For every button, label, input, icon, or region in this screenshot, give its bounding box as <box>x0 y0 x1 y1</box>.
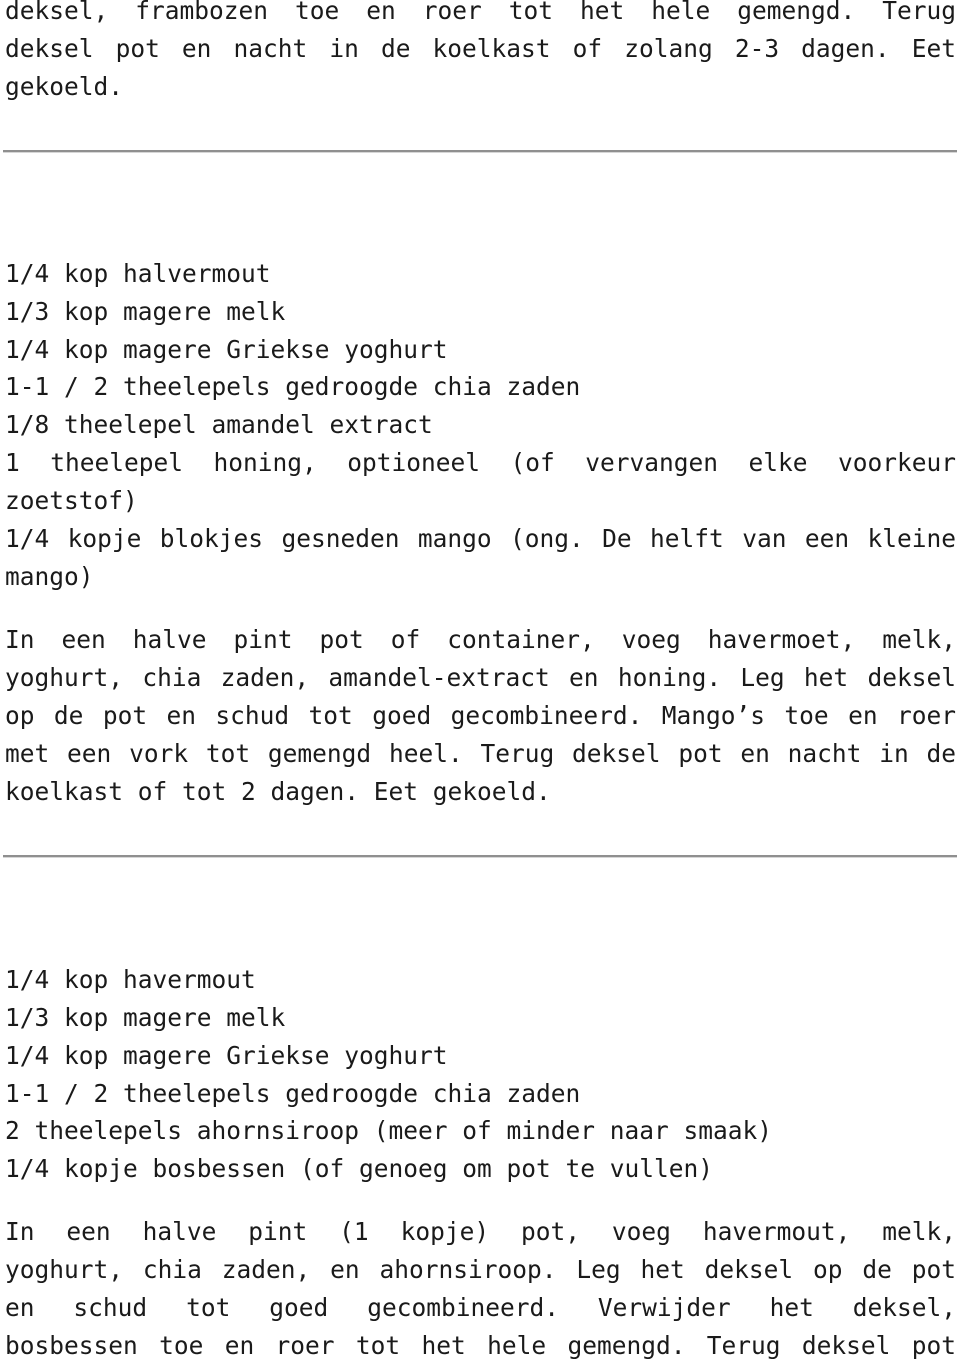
ingredient-item: 1/3 kop magere melk <box>5 1003 286 1032</box>
ingredient-item: 1/3 kop magere melk <box>5 297 286 326</box>
blueberry-instructions: In een halve pint (1 kopje) pot, voeg ha… <box>5 1213 956 1365</box>
ingredient-item: 1-1 / 2 theelepels gedroogde chia zaden <box>5 372 581 401</box>
ingredient-item: 1-1 / 2 theelepels gedroogde chia zaden <box>5 1079 581 1108</box>
ingredient-item: 1/8 theelepel amandel extract <box>5 410 433 439</box>
text-line: In een halve pint (1 kopje) pot, voeg ha… <box>5 1217 956 1246</box>
text-line: mango) <box>5 562 94 591</box>
ingredient-item: 1/4 kopje blokjes gesneden mango (ong. D… <box>5 520 956 596</box>
previous-recipe-instructions: deksel, frambozen toe en roer tot het he… <box>5 0 956 106</box>
ingredient-item: 1/4 kop halvermout <box>5 259 271 288</box>
ingredient-item: 1/4 kopje bosbessen (of genoeg om pot te… <box>5 1154 714 1183</box>
ingredient-item: 1/4 kop magere Griekse yoghurt <box>5 1041 448 1070</box>
text-line: yoghurt, chia zaden, en ahornsiroop. Leg… <box>5 1255 956 1284</box>
mango-instructions: In een halve pint pot of container, voeg… <box>5 621 956 811</box>
section-divider <box>3 150 957 153</box>
text-line: In een halve pint pot of container, voeg… <box>5 625 956 654</box>
text-line: zoetstof) <box>5 486 138 515</box>
text-line: 1/4 kopje blokjes gesneden mango (ong. D… <box>5 524 956 553</box>
text-line: op de pot en schud tot goed gecombineerd… <box>5 701 956 730</box>
ingredient-item: 1/4 kop havermout <box>5 965 256 994</box>
text-line: en schud tot goed gecombineerd. Verwijde… <box>5 1293 956 1322</box>
ingredient-item: 2 theelepels ahornsiroop (meer of minder… <box>5 1116 773 1145</box>
text-line: 1 theelepel honing, optioneel (of vervan… <box>5 448 956 477</box>
text-line: deksel, frambozen toe en roer tot het he… <box>5 0 956 25</box>
ingredient-item: 1/4 kop magere Griekse yoghurt <box>5 335 448 364</box>
text-line: bosbessen toe en roer tot het hele gemen… <box>5 1331 956 1360</box>
text-line: met een vork tot gemengd heel. Terug dek… <box>5 739 956 768</box>
section-divider <box>3 855 957 858</box>
ingredient-item: 1 theelepel honing, optioneel (of vervan… <box>5 444 956 520</box>
text-line: koelkast of tot 2 dagen. Eet gekoeld. <box>5 777 551 806</box>
text-line: yoghurt, chia zaden, amandel-extract en … <box>5 663 956 692</box>
text-line: gekoeld. <box>5 72 124 101</box>
text-line: deksel pot en nacht in de koelkast of zo… <box>5 34 956 63</box>
